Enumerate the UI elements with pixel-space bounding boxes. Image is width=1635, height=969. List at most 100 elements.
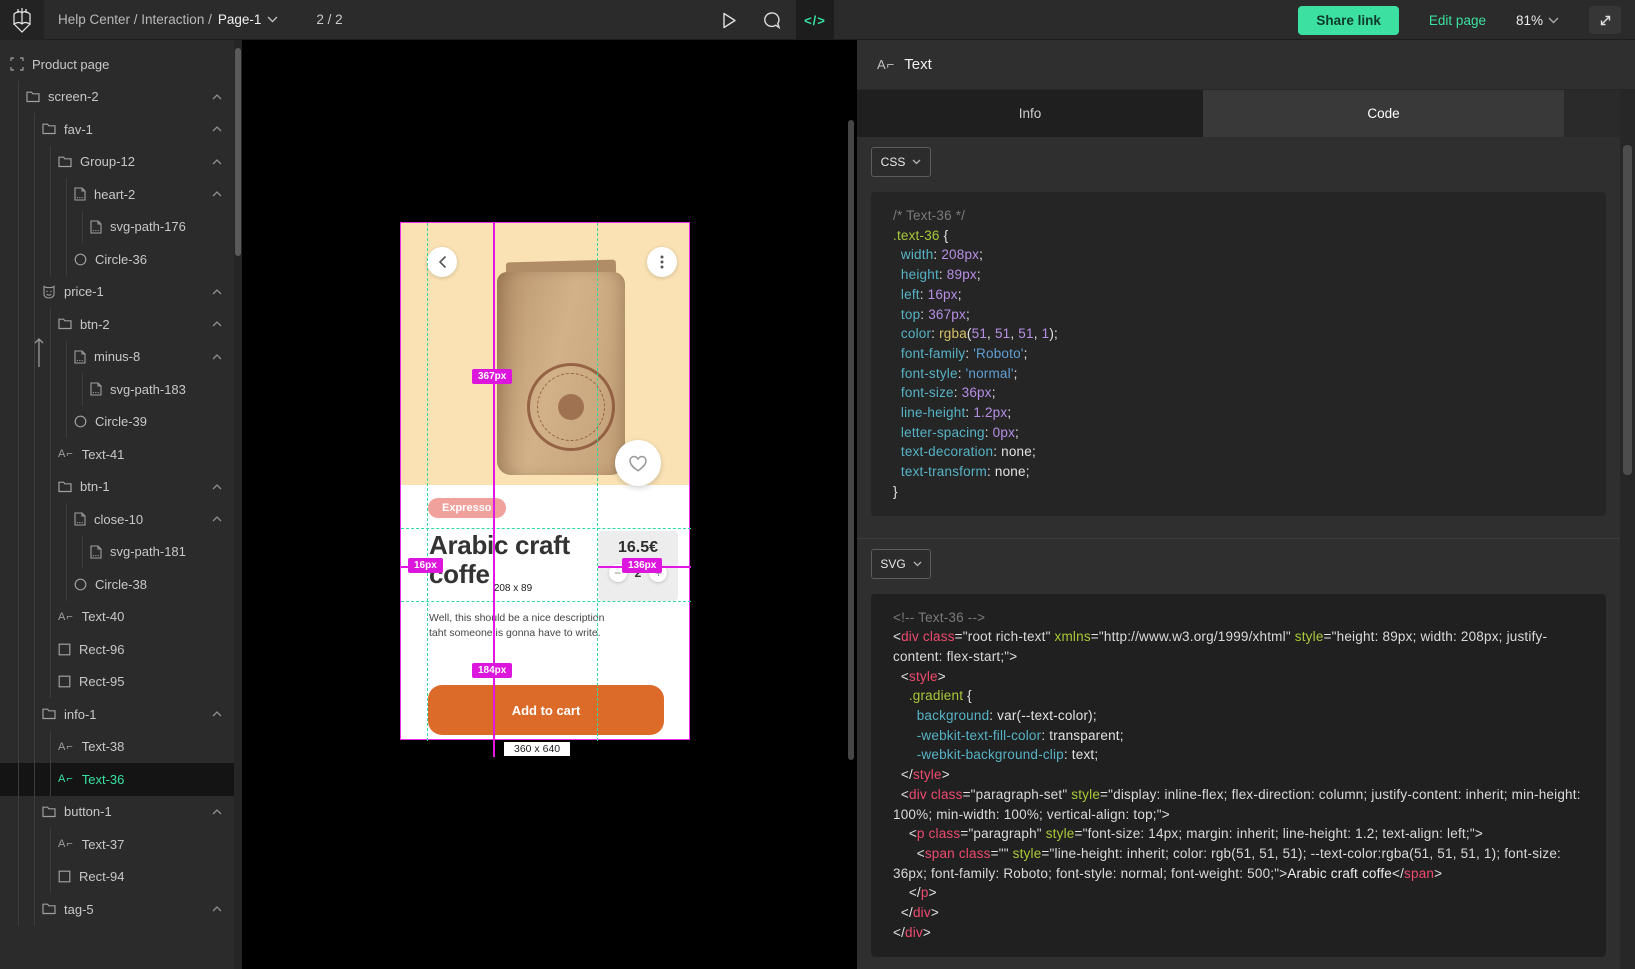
- chevron-up-icon[interactable]: [212, 711, 222, 717]
- tree-item-screen-2[interactable]: screen-2: [0, 81, 234, 114]
- code-line: background: var(--text-color);: [893, 706, 1584, 726]
- code-line: top: 367px;: [893, 305, 1584, 325]
- tab-info[interactable]: Info: [857, 90, 1203, 137]
- tree-item-label: close-10: [94, 512, 143, 527]
- breadcrumb[interactable]: Help Center / Interaction / Page-1: [58, 12, 278, 27]
- chevron-up-icon[interactable]: [212, 191, 222, 197]
- panel-scrollbar: [1620, 90, 1635, 969]
- tree-item-Rect-94[interactable]: Rect-94: [0, 861, 234, 894]
- tree-item-price-1[interactable]: price-1: [0, 276, 234, 309]
- menu-button[interactable]: [647, 247, 677, 277]
- css-language-dropdown[interactable]: CSS: [871, 147, 931, 177]
- code-line: .text-36 {: [893, 226, 1584, 246]
- kebab-menu-icon: [660, 255, 664, 269]
- fullscreen-button[interactable]: [1589, 6, 1621, 34]
- play-icon[interactable]: [712, 0, 746, 40]
- tree-item-label: fav-1: [64, 122, 93, 137]
- tree-item-Group-12[interactable]: Group-12: [0, 146, 234, 179]
- svg-file-icon: [90, 382, 102, 396]
- chevron-up-icon[interactable]: [212, 484, 222, 490]
- device-frame: Expresso Arabic craft coffe 16.5€ − 2 + …: [400, 222, 690, 740]
- share-link-button[interactable]: Share link: [1298, 6, 1399, 35]
- favorite-button[interactable]: [615, 440, 661, 486]
- chevron-up-icon[interactable]: [212, 906, 222, 912]
- tree-item-svg-path-183[interactable]: svg-path-183: [0, 373, 234, 406]
- tree-item-label: minus-8: [94, 349, 140, 364]
- measure-label-bottom: 184px: [472, 663, 512, 678]
- chevron-up-icon[interactable]: [212, 809, 222, 815]
- selection-guide-left: [427, 223, 428, 741]
- selection-guide-bottom: [401, 601, 691, 602]
- tree-item-Rect-95[interactable]: Rect-95: [0, 666, 234, 699]
- chevron-up-icon[interactable]: [212, 516, 222, 522]
- tree-item-button-1[interactable]: button-1: [0, 796, 234, 829]
- svg-file-icon: [90, 220, 102, 234]
- top-bar: Help Center / Interaction / Page-1 2 / 2…: [0, 0, 1635, 40]
- chevron-down-icon: [913, 561, 922, 567]
- code-line: font-family: 'Roboto';: [893, 344, 1584, 364]
- page-counter: 2 / 2: [316, 12, 342, 27]
- tree-item-Circle-36[interactable]: Circle-36: [0, 243, 234, 276]
- tree-item-fav-1[interactable]: fav-1: [0, 113, 234, 146]
- canvas-scrollbar-thumb[interactable]: [848, 120, 854, 760]
- tree-item-info-1[interactable]: info-1: [0, 698, 234, 731]
- zoom-select[interactable]: 81%: [1516, 13, 1559, 28]
- back-button[interactable]: [427, 247, 457, 277]
- code-line: <style>: [893, 667, 1584, 687]
- code-view-toggle[interactable]: </>: [796, 0, 834, 40]
- selection-guide-top: [401, 528, 691, 529]
- chevron-up-icon[interactable]: [212, 321, 222, 327]
- tab-filler: [1564, 90, 1620, 137]
- tree-item-close-10[interactable]: close-10: [0, 503, 234, 536]
- text-icon: A⌐: [58, 773, 74, 785]
- tab-code[interactable]: Code: [1203, 90, 1564, 137]
- preview-toolbar: </>: [712, 0, 834, 40]
- expand-icon: [1598, 13, 1613, 28]
- code-line: -webkit-background-clip: text;: [893, 745, 1584, 765]
- text-icon: A⌐: [58, 741, 74, 753]
- add-to-cart-button[interactable]: Add to cart: [428, 685, 664, 735]
- tree-item-Product page[interactable]: Product page: [0, 48, 234, 81]
- chevron-up-icon[interactable]: [212, 354, 222, 360]
- tree-item-Circle-38[interactable]: Circle-38: [0, 568, 234, 601]
- svg-file-icon: [90, 545, 102, 559]
- chevron-down-icon[interactable]: [267, 16, 278, 23]
- app-logo[interactable]: [0, 0, 44, 40]
- chevron-down-icon: [1548, 17, 1559, 24]
- sidebar-scrollbar: [234, 40, 242, 969]
- tree-item-Text-38[interactable]: A⌐Text-38: [0, 731, 234, 764]
- rect-icon: [58, 870, 71, 883]
- zoom-value: 81%: [1516, 13, 1543, 28]
- edit-page-link[interactable]: Edit page: [1429, 13, 1486, 28]
- code-line: -webkit-text-fill-color: transparent;: [893, 726, 1584, 746]
- tree-item-label: Text-40: [82, 609, 125, 624]
- chevron-up-icon[interactable]: [212, 159, 222, 165]
- svg-file-icon: [74, 187, 86, 201]
- coffee-bag-image: [497, 259, 625, 475]
- folder-icon: [58, 318, 72, 330]
- code-line: font-style: 'normal';: [893, 364, 1584, 384]
- panel-scrollbar-thumb[interactable]: [1623, 145, 1632, 475]
- svg-language-dropdown[interactable]: SVG: [871, 549, 931, 579]
- folder-icon: [26, 91, 40, 103]
- comment-icon[interactable]: [754, 0, 788, 40]
- tree-item-Text-37[interactable]: A⌐Text-37: [0, 828, 234, 861]
- tree-item-btn-1[interactable]: btn-1: [0, 471, 234, 504]
- chevron-up-icon[interactable]: [212, 94, 222, 100]
- tree-item-tag-5[interactable]: tag-5: [0, 893, 234, 926]
- chevron-up-icon[interactable]: [212, 126, 222, 132]
- sidebar-scrollbar-thumb[interactable]: [235, 48, 241, 256]
- selection-guide-right: [597, 223, 598, 741]
- tree-item-Text-40[interactable]: A⌐Text-40: [0, 601, 234, 634]
- app-root: Help Center / Interaction / Page-1 2 / 2…: [0, 0, 1635, 969]
- tree-item-svg-path-181[interactable]: svg-path-181: [0, 536, 234, 569]
- tree-item-Text-41[interactable]: A⌐Text-41: [0, 438, 234, 471]
- tree-item-heart-2[interactable]: heart-2: [0, 178, 234, 211]
- tree-item-Text-36[interactable]: A⌐Text-36: [0, 763, 234, 796]
- tree-item-Rect-96[interactable]: Rect-96: [0, 633, 234, 666]
- circle-icon: [74, 415, 87, 428]
- tree-item-Circle-39[interactable]: Circle-39: [0, 406, 234, 439]
- chevron-up-icon[interactable]: [212, 289, 222, 295]
- tree-item-label: Rect-94: [79, 869, 125, 884]
- tree-item-svg-path-176[interactable]: svg-path-176: [0, 211, 234, 244]
